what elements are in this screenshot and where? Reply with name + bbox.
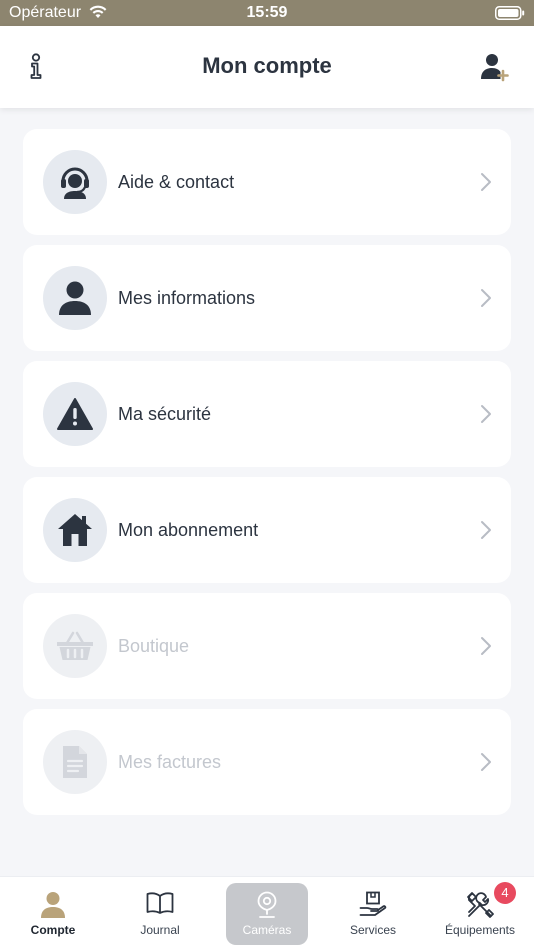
menu-item-mes-factures[interactable]: Mes factures <box>23 709 511 815</box>
menu-item-ma-securite[interactable]: Ma sécurité <box>23 361 511 467</box>
user-icon <box>41 892 65 918</box>
user-icon <box>59 281 91 315</box>
menu-item-mes-informations[interactable]: Mes informations <box>23 245 511 351</box>
chevron-right-icon <box>481 289 491 307</box>
services-icon <box>359 891 387 916</box>
chevron-right-icon <box>481 637 491 655</box>
tools-icon <box>467 892 494 918</box>
menu-item-label: Aide & contact <box>118 172 235 192</box>
tab-journal[interactable]: Journal <box>107 877 213 951</box>
status-bar: Opérateur 15:59 <box>0 0 534 26</box>
book-icon <box>146 892 174 914</box>
battery-icon <box>495 6 525 25</box>
tab-label: Caméras <box>242 923 292 937</box>
add-user-icon <box>481 54 509 82</box>
chevron-right-icon <box>481 521 491 539</box>
header: Mon compte <box>0 26 534 108</box>
tab-label: Services <box>349 923 396 937</box>
chevron-right-icon <box>481 405 491 423</box>
menu-item-aide-contact[interactable]: Aide & contact <box>23 129 511 235</box>
tab-label: Compte <box>30 923 76 937</box>
menu-item-label: Boutique <box>118 636 190 656</box>
chevron-right-icon <box>481 753 491 771</box>
document-icon <box>63 746 87 778</box>
add-user-button[interactable] <box>480 51 512 83</box>
support-agent-icon <box>61 167 89 199</box>
menu-item-label: Mes informations <box>118 288 256 308</box>
menu-item-label: Ma sécurité <box>118 404 212 424</box>
menu-item-label: Mes factures <box>118 752 222 772</box>
tab-compte[interactable]: Compte <box>0 877 106 951</box>
chevron-right-icon <box>481 173 491 191</box>
tab-equipements[interactable]: Équipements <box>427 877 533 951</box>
basket-icon <box>57 631 93 660</box>
clock: 15:59 <box>246 4 288 21</box>
menu-item-boutique[interactable]: Boutique <box>23 593 511 699</box>
tab-label: Journal <box>140 923 180 937</box>
menu-item-mon-abonnement[interactable]: Mon abonnement <box>23 477 511 583</box>
tab-services[interactable]: Services <box>320 877 426 951</box>
tab-bar: Compte Journal Caméras Services Équipeme… <box>0 876 534 951</box>
tab-label: Équipements <box>444 923 516 937</box>
camera-icon <box>257 891 277 918</box>
tab-cameras[interactable]: Caméras <box>214 877 320 951</box>
warning-icon <box>57 398 93 430</box>
page-title: Mon compte <box>202 53 332 78</box>
equipements-count-badge: 4 <box>494 882 516 904</box>
home-icon <box>58 514 92 546</box>
menu-item-label: Mon abonnement <box>118 520 259 540</box>
